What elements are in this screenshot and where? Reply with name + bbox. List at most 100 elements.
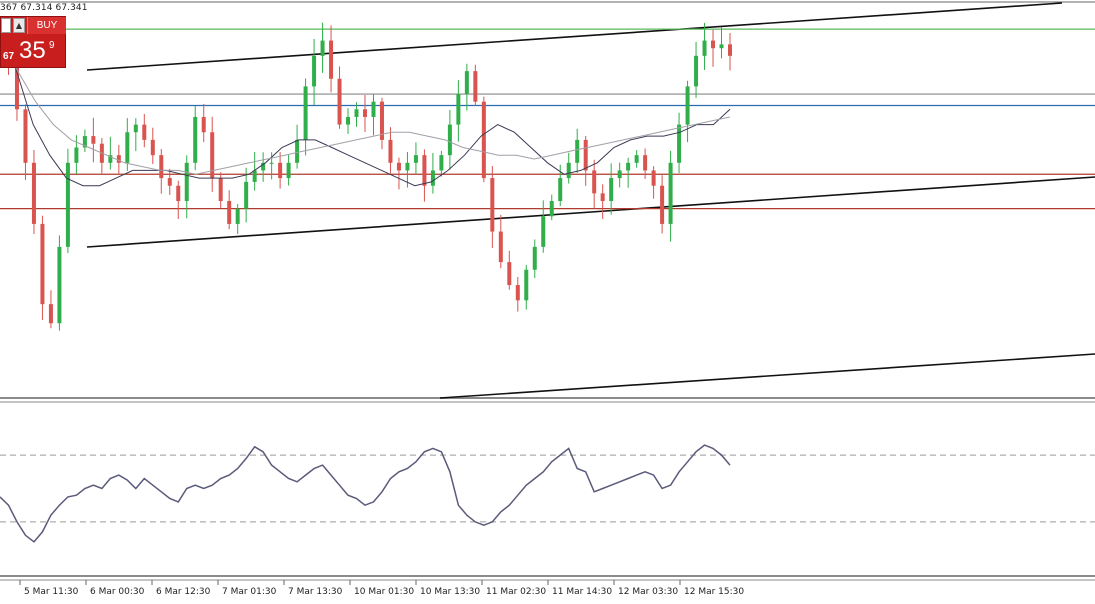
candle-body — [354, 109, 359, 117]
candle-body — [295, 139, 300, 163]
candle-body — [473, 71, 478, 102]
candle-body — [312, 55, 317, 87]
one-click-trade-panel: ▲ BUY 67 35 9 — [0, 16, 66, 68]
candle-body — [660, 185, 665, 224]
candle-body — [464, 71, 469, 95]
channel-upper[interactable] — [86, 2, 1063, 71]
candle-body — [184, 162, 189, 201]
candle-body — [159, 155, 164, 179]
candle-body — [244, 181, 249, 209]
candle-body — [498, 231, 503, 263]
candle-body — [371, 101, 376, 117]
candle-body — [617, 170, 622, 179]
candle-body — [31, 162, 36, 224]
candle-body — [711, 40, 716, 49]
candle-body — [125, 132, 130, 163]
candle-body — [668, 162, 673, 224]
ohlc-readout: 367 67.314 67.341 — [0, 3, 88, 13]
candle-body — [643, 155, 648, 171]
candle-body — [201, 116, 206, 133]
candle-body — [677, 124, 682, 163]
candle-body — [719, 44, 724, 49]
x-tick-label: 7 Mar 13:30 — [288, 587, 343, 597]
candle-body — [558, 178, 563, 201]
candle-body — [363, 109, 367, 117]
candle-body — [320, 40, 325, 56]
candle-body — [269, 162, 274, 164]
candle-body — [235, 208, 240, 224]
candle-body — [337, 78, 342, 125]
lot-size-box[interactable] — [1, 18, 11, 33]
candle-body — [583, 139, 588, 171]
candle-body — [694, 55, 699, 87]
candle-body — [413, 155, 418, 163]
candle-body — [456, 94, 461, 125]
candle-body — [507, 262, 512, 286]
x-tick-label: 5 Mar 11:30 — [24, 587, 79, 597]
candle-body — [91, 136, 96, 144]
candle-body — [193, 116, 198, 163]
oscillator-levels — [0, 454, 1095, 523]
candle-body — [388, 139, 393, 163]
candle-body — [278, 162, 283, 179]
candle-body — [549, 201, 554, 217]
candle-body — [634, 155, 639, 163]
x-tick-label: 12 Mar 03:30 — [618, 587, 678, 597]
x-tick-label: 12 Mar 15:30 — [684, 587, 744, 597]
candle-body — [48, 304, 53, 324]
x-tick-label: 6 Mar 00:30 — [90, 587, 145, 597]
candle-body — [396, 162, 401, 171]
x-tick-label: 7 Mar 01:30 — [222, 587, 277, 597]
candle-body — [252, 170, 257, 182]
candle-body — [346, 116, 351, 125]
candle-body — [532, 246, 537, 270]
buy-price-prefix: 67 — [3, 51, 15, 62]
candle-body — [728, 44, 732, 56]
candle-body — [116, 155, 121, 163]
candle-body — [57, 246, 62, 324]
x-tick-label: 6 Mar 12:30 — [156, 587, 211, 597]
candle-body — [685, 86, 690, 125]
x-tick-label: 11 Mar 14:30 — [552, 587, 612, 597]
candle-body — [626, 162, 631, 171]
horizontal-levels — [0, 28, 1095, 210]
candle-body — [40, 223, 45, 305]
candle-body — [702, 40, 707, 56]
chevron-up-icon[interactable]: ▲ — [13, 18, 25, 33]
time-axis: 5 Mar 11:30 6 Mar 00:30 6 Mar 12:30 7 Mar 0… — [19, 580, 744, 597]
candle-body — [286, 162, 291, 179]
candle-body — [422, 155, 427, 186]
candle-body — [329, 40, 334, 79]
candle-body — [609, 178, 614, 201]
candle-body — [405, 162, 410, 171]
buy-price-pipette: 9 — [49, 40, 55, 51]
candle-body — [439, 155, 444, 171]
candle-body — [515, 285, 520, 301]
oscillator-line — [0, 444, 731, 543]
candle-body — [142, 124, 147, 140]
channel-lower[interactable] — [439, 353, 1095, 399]
candle-body — [65, 162, 70, 247]
candle-body — [592, 170, 597, 194]
candle-body — [481, 101, 486, 179]
x-tick-label: 11 Mar 02:30 — [486, 587, 546, 597]
buy-button[interactable]: BUY — [27, 17, 66, 34]
buy-price-main: 35 — [19, 37, 46, 64]
candle-body — [23, 109, 28, 163]
candle-body — [430, 170, 435, 186]
candle-body — [524, 269, 529, 301]
candle-body — [575, 139, 580, 163]
candle-body — [74, 147, 79, 163]
x-tick-label: 10 Mar 13:30 — [420, 587, 480, 597]
candle-body — [227, 201, 232, 224]
candle-body — [218, 178, 223, 201]
x-tick-label: 10 Mar 01:30 — [354, 587, 414, 597]
candle-body — [303, 86, 308, 140]
candle-body — [176, 185, 181, 201]
candle-body — [490, 178, 495, 232]
candle-body — [150, 139, 155, 156]
chart-canvas[interactable]: 5 Mar 11:30 6 Mar 00:30 6 Mar 12:30 7 Mar 0… — [0, 0, 1095, 600]
candle-body — [651, 170, 656, 186]
candle-body — [447, 124, 452, 156]
candle-body — [541, 216, 546, 247]
